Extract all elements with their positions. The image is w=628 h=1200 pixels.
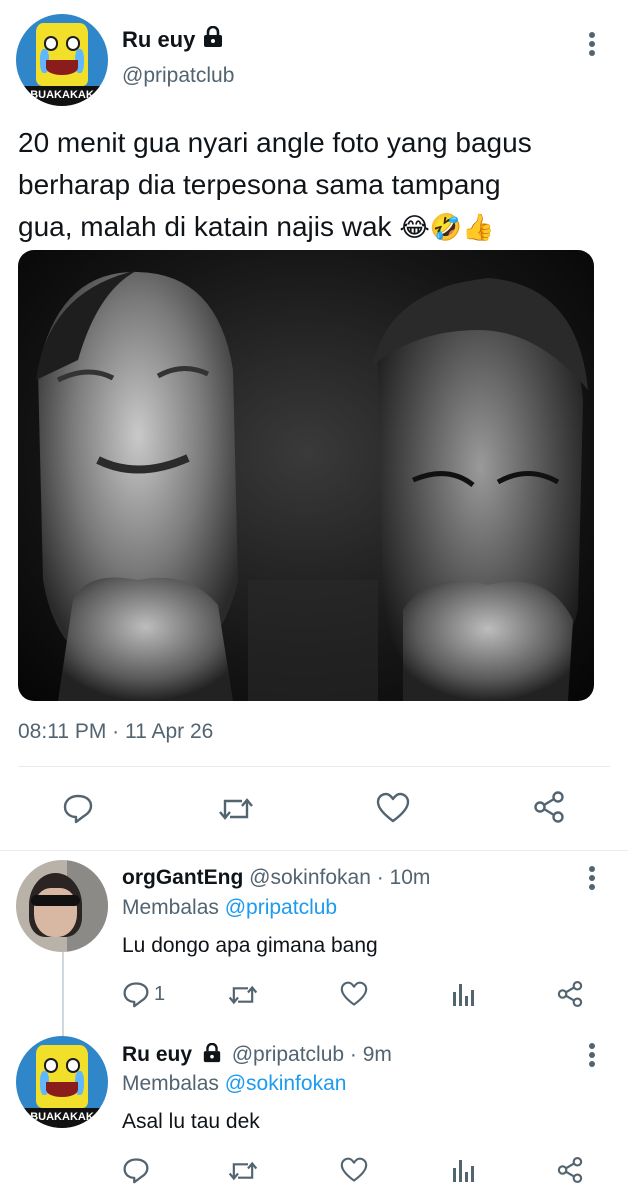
reply-author-avatar[interactable]: BUAKAKAK <box>16 1036 108 1128</box>
reply-icon <box>122 980 150 1008</box>
more-icon[interactable] <box>588 1043 596 1067</box>
share-icon <box>532 790 566 824</box>
reply-text: Asal lu tau dek <box>122 1110 260 1133</box>
replying-to-link[interactable]: @pripatclub <box>225 896 337 919</box>
tweet-text-line: 20 menit gua nyari angle foto yang bagus <box>18 127 532 158</box>
retweet-icon <box>218 794 254 824</box>
reply-icon <box>122 1156 150 1184</box>
tweet-text: 20 menit gua nyari angle foto yang bagus… <box>18 122 532 248</box>
avatar-mouth <box>46 1082 78 1097</box>
avatar-caption: BUAKAKAK <box>16 85 108 106</box>
like-button[interactable] <box>340 1157 368 1183</box>
author-name[interactable]: Ru euy <box>122 27 195 53</box>
author-handle[interactable]: @pripatclub <box>122 64 234 88</box>
analytics-button[interactable] <box>452 982 474 1008</box>
retweet-button[interactable] <box>218 794 254 824</box>
reply-count: 1 <box>154 982 166 1005</box>
retweet-button[interactable] <box>228 1158 258 1184</box>
photo-illustration <box>36 270 588 701</box>
reply-author-name[interactable]: Ru euy <box>122 1043 192 1066</box>
avatar-mouth <box>46 60 78 75</box>
divider <box>0 850 628 851</box>
share-button[interactable] <box>556 1156 584 1184</box>
share-icon <box>556 980 584 1008</box>
share-button[interactable] <box>556 980 584 1008</box>
share-icon <box>556 1156 584 1184</box>
retweet-button[interactable] <box>228 982 258 1008</box>
replying-to-line: Membalas @pripatclub <box>122 896 337 920</box>
reply-author-meta[interactable]: @pripatclub · 9m <box>232 1043 392 1066</box>
avatar-sunglasses <box>30 894 81 906</box>
replying-prefix: Membalas <box>122 896 219 919</box>
share-button[interactable] <box>532 790 566 824</box>
more-icon[interactable] <box>588 32 596 56</box>
like-button[interactable] <box>376 792 410 824</box>
replying-prefix: Membalas <box>122 1072 219 1095</box>
avatar-caption: BUAKAKAK <box>16 1107 108 1128</box>
emoji-group: 😂🤣👍 <box>399 212 495 242</box>
divider <box>18 766 610 767</box>
replying-to-line: Membalas @sokinfokan <box>122 1072 346 1096</box>
tweet-photo[interactable] <box>18 250 594 701</box>
thread-line <box>62 952 64 1036</box>
like-icon <box>340 981 368 1007</box>
like-button[interactable] <box>340 981 368 1007</box>
retweet-icon <box>228 1158 258 1184</box>
tweet-text-line: berharap dia terpesona sama tampang <box>18 169 501 200</box>
like-icon <box>340 1157 368 1183</box>
reply-header: Ru euy @pripatclub · 9m <box>122 1042 392 1069</box>
more-icon[interactable] <box>588 866 596 890</box>
tweet-timestamp[interactable]: 08:11 PM · 11 Apr 26 <box>18 720 213 744</box>
reply-author-avatar[interactable] <box>16 860 108 952</box>
reply-author-name[interactable]: orgGantEng <box>122 866 243 889</box>
tweet-text-part: gua, malah di katain najis wak <box>18 211 392 242</box>
replying-to-link[interactable]: @sokinfokan <box>225 1072 347 1095</box>
reply-button[interactable]: 1 <box>122 980 165 1008</box>
retweet-icon <box>228 982 258 1008</box>
analytics-icon <box>452 1158 474 1184</box>
reply-button[interactable] <box>62 792 94 824</box>
author-avatar[interactable]: BUAKAKAK <box>16 14 108 106</box>
reply-author-meta[interactable]: @sokinfokan · 10m <box>249 866 430 889</box>
analytics-button[interactable] <box>452 1158 474 1184</box>
like-icon <box>376 792 410 824</box>
lock-icon <box>202 25 224 53</box>
analytics-icon <box>452 982 474 1008</box>
lock-icon <box>202 1042 222 1069</box>
tweet-text-line: gua, malah di katain najis wak 😂🤣👍 <box>18 206 532 248</box>
reply-button[interactable] <box>122 1156 154 1184</box>
reply-text: Lu dongo apa gimana bang <box>122 934 378 957</box>
reply-icon <box>62 792 94 824</box>
reply-header: orgGantEng @sokinfokan · 10m <box>122 866 430 890</box>
